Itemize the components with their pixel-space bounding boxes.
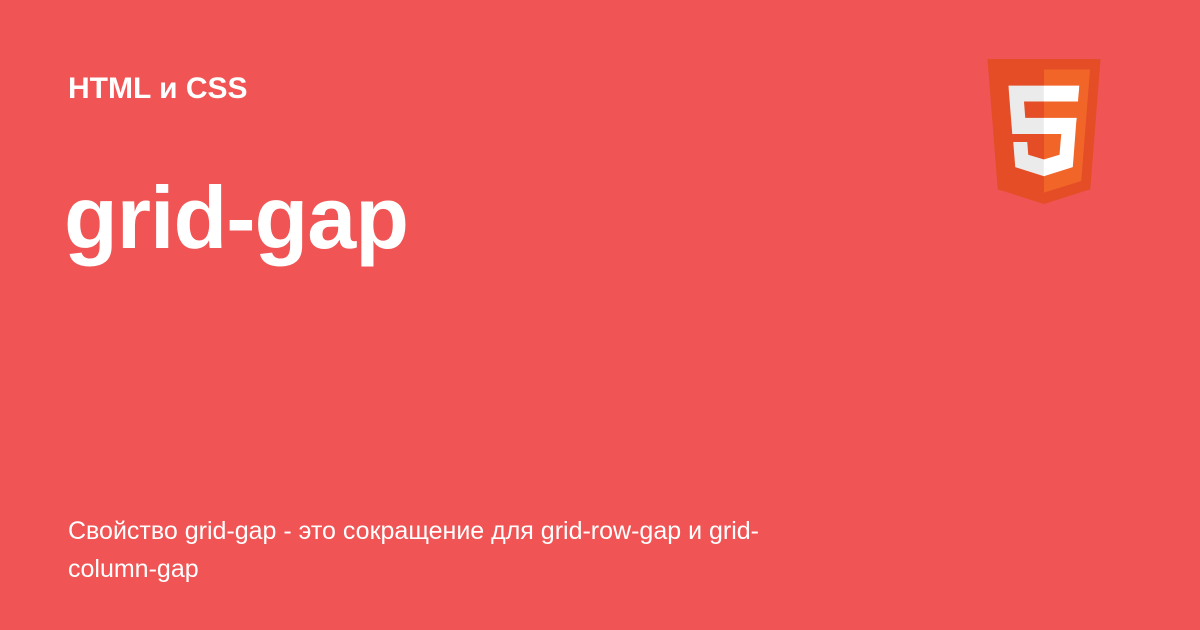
social-card: HTML и CSS grid-gap Свойство grid-gap - … (0, 0, 1200, 630)
page-description: Свойство grid-gap - это сокращение для g… (68, 517, 759, 583)
category-label: HTML и CSS (68, 72, 248, 105)
html5-logo-icon (980, 59, 1108, 204)
page-title: grid-gap (64, 168, 409, 267)
